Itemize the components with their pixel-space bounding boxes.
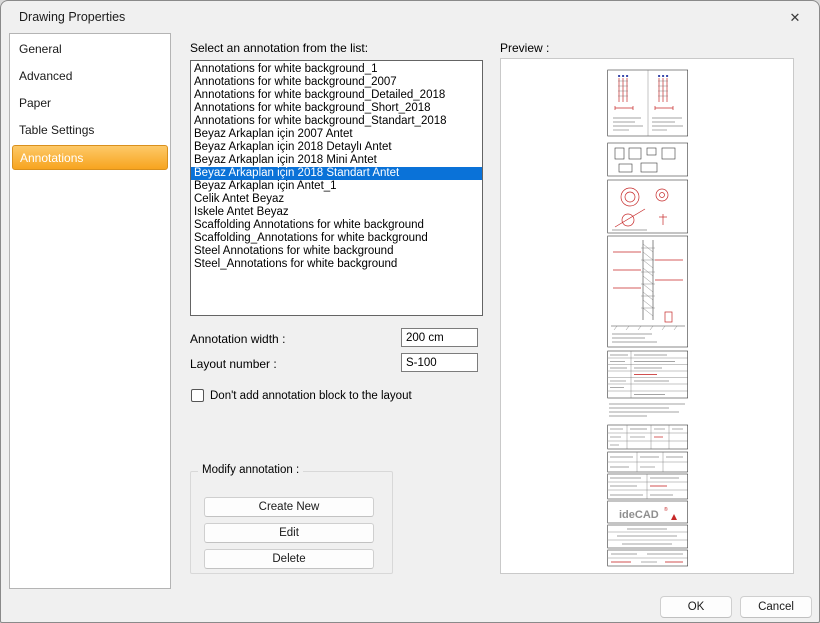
sidebar-item-annotations[interactable]: Annotations bbox=[12, 145, 168, 170]
annotation-list-item[interactable]: Annotations for white background_Detaile… bbox=[191, 89, 482, 102]
annotation-list-item[interactable]: Celik Antet Beyaz bbox=[191, 193, 482, 206]
cancel-button[interactable]: Cancel bbox=[740, 596, 812, 618]
annotation-list-item[interactable]: Iskele Antet Beyaz bbox=[191, 206, 482, 219]
annotation-list-item-selected[interactable]: Beyaz Arkaplan için 2018 Standart Antet bbox=[191, 167, 482, 180]
annotation-preview-drawing: ideCAD ® bbox=[607, 68, 689, 568]
layout-number-label: Layout number : bbox=[190, 357, 277, 371]
annotation-list-item[interactable]: Annotations for white background_2007 bbox=[191, 76, 482, 89]
annotation-listbox[interactable]: Annotations for white background_1 Annot… bbox=[190, 60, 483, 316]
annotation-list-item[interactable]: Annotations for white background_1 bbox=[191, 63, 482, 76]
drawing-properties-dialog: Drawing Properties ✕ General Advanced Pa… bbox=[0, 0, 820, 623]
annotation-list-label: Select an annotation from the list: bbox=[190, 41, 368, 55]
idecad-logo-mark-shape bbox=[671, 514, 677, 520]
layout-number-input[interactable] bbox=[401, 353, 478, 372]
annotation-list-item[interactable]: Beyaz Arkaplan için 2018 Detaylı Antet bbox=[191, 141, 482, 154]
annotation-list-item[interactable]: Beyaz Arkaplan için 2007 Antet bbox=[191, 128, 482, 141]
title-bar: Drawing Properties ✕ bbox=[1, 1, 819, 33]
annotation-width-label: Annotation width : bbox=[190, 332, 285, 346]
create-new-button[interactable]: Create New bbox=[204, 497, 374, 517]
annotation-list-item[interactable]: Scaffolding_Annotations for white backgr… bbox=[191, 232, 482, 245]
annotation-list-item[interactable]: Steel Annotations for white background bbox=[191, 245, 482, 258]
annotation-list-item[interactable]: Beyaz Arkaplan için 2018 Mini Antet bbox=[191, 154, 482, 167]
sidebar-item-advanced[interactable]: Advanced bbox=[10, 63, 170, 90]
annotation-list-item[interactable]: Beyaz Arkaplan için Antet_1 bbox=[191, 180, 482, 193]
sidebar-item-general[interactable]: General bbox=[10, 36, 170, 63]
annotation-list-item[interactable]: Annotations for white background_Standar… bbox=[191, 115, 482, 128]
annotation-list-item[interactable]: Annotations for white background_Short_2… bbox=[191, 102, 482, 115]
annotation-list-item[interactable]: Scaffolding Annotations for white backgr… bbox=[191, 219, 482, 232]
idecad-logo-text: ideCAD bbox=[619, 509, 659, 521]
modify-annotation-group: Modify annotation : Create New Edit Dele… bbox=[190, 471, 393, 574]
dont-add-annotation-checkbox[interactable] bbox=[191, 389, 204, 402]
window-title: Drawing Properties bbox=[19, 1, 125, 33]
idecad-logo-registered-mark: ® bbox=[664, 506, 668, 513]
preview-panel: ideCAD ® bbox=[500, 58, 794, 574]
sidebar-item-paper[interactable]: Paper bbox=[10, 90, 170, 117]
preview-label: Preview : bbox=[500, 41, 549, 55]
delete-button[interactable]: Delete bbox=[204, 549, 374, 569]
close-icon[interactable]: ✕ bbox=[783, 8, 807, 27]
dont-add-annotation-label: Don't add annotation block to the layout bbox=[210, 390, 412, 402]
dont-add-annotation-row: Don't add annotation block to the layout bbox=[191, 389, 412, 402]
sidebar: General Advanced Paper Table Settings An… bbox=[9, 33, 171, 589]
modify-annotation-group-label: Modify annotation : bbox=[198, 464, 303, 476]
ok-button[interactable]: OK bbox=[660, 596, 732, 618]
annotation-list-item[interactable]: Steel_Annotations for white background bbox=[191, 258, 482, 271]
edit-button[interactable]: Edit bbox=[204, 523, 374, 543]
annotation-width-input[interactable] bbox=[401, 328, 478, 347]
sidebar-item-table-settings[interactable]: Table Settings bbox=[10, 117, 170, 144]
